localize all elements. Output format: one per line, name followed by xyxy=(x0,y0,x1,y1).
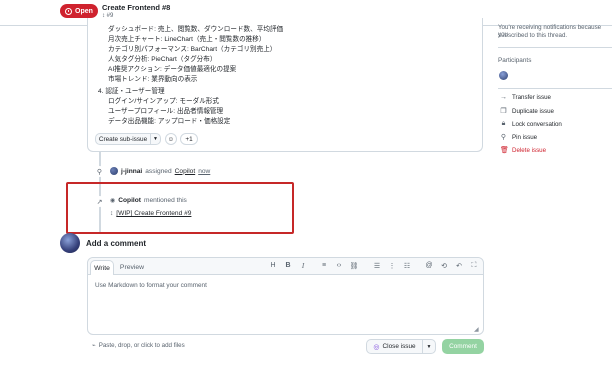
copy-icon: ❐ xyxy=(500,108,507,115)
chevron-down-icon: ▼ xyxy=(426,343,432,350)
comment-composer: Write Preview H B I ≡ ‹› ⛓ ☰ ⋮ ☷ @ ⟲ ↶ ⛶… xyxy=(87,257,484,335)
person-icon: ⚲ xyxy=(94,166,105,177)
comment-input[interactable]: Use Markdown to format your comment xyxy=(95,282,207,289)
create-sub-issue-button[interactable]: Create sub-issue xyxy=(95,133,151,145)
composer-heading: Add a comment xyxy=(86,239,147,248)
close-issue-dropdown-button[interactable]: ▼ xyxy=(422,339,436,354)
divider xyxy=(498,47,612,48)
assign-event: j-jinnai assigned Copilot now xyxy=(110,167,210,175)
assignee-link[interactable]: Copilot xyxy=(175,168,196,175)
attach-files[interactable]: ⌁ Paste, drop, or click to add files xyxy=(92,342,185,349)
issue-open-icon xyxy=(65,7,72,15)
event-actor[interactable]: j-jinnai xyxy=(121,168,142,175)
event-text: assigned xyxy=(145,167,172,175)
tab-write[interactable]: Write xyxy=(90,260,114,275)
pin-issue-button[interactable]: ⚲ Pin issue xyxy=(500,133,537,142)
body-line: ユーザープロフィール: 出品者情報管理 xyxy=(108,108,224,115)
quote-icon[interactable]: ≡ xyxy=(319,262,329,269)
code-icon[interactable]: ‹› xyxy=(334,262,344,269)
body-line: ログイン/サインアップ: モーダル形式 xyxy=(108,98,219,105)
issue-closed-icon: ◎ xyxy=(373,343,380,351)
body-line: ダッシュボード: 売上、閲覧数、ダウンロード数、平均評価 xyxy=(108,26,284,33)
tab-preview[interactable]: Preview xyxy=(118,260,146,275)
ordered-list-icon[interactable]: ⋮ xyxy=(387,262,397,270)
body-line: 月次売上チャート: LineChart（売上・閲覧数の推移） xyxy=(108,36,266,43)
lock-conversation-button[interactable]: 🔒︎ Lock conversation xyxy=(500,120,562,128)
add-reaction-button[interactable]: ☺ xyxy=(165,133,177,145)
lock-icon: 🔒︎ xyxy=(501,120,506,127)
resize-handle-icon[interactable]: ◢ xyxy=(474,326,479,333)
close-issue-button[interactable]: ◎ Close issue xyxy=(366,339,423,354)
fullscreen-icon[interactable]: ⛶ xyxy=(469,262,479,270)
reference-icon[interactable]: ⟲ xyxy=(439,262,449,270)
link-icon[interactable]: ⛓ xyxy=(349,262,359,270)
task-list-icon[interactable]: ☷ xyxy=(402,262,412,270)
arrow-right-icon: → xyxy=(500,94,507,101)
paperclip-icon: ⌁ xyxy=(92,342,96,349)
status-label: Open xyxy=(75,7,93,15)
chevron-down-icon: ▼ xyxy=(153,136,158,142)
smiley-icon: ☺ xyxy=(167,135,175,143)
delete-issue-button[interactable]: 🗑︎ Delete issue xyxy=(500,146,546,155)
unordered-list-icon[interactable]: ☰ xyxy=(372,262,382,270)
transfer-issue-button[interactable]: → Transfer issue xyxy=(500,94,551,101)
comment-button[interactable]: Comment xyxy=(442,339,484,354)
italic-icon[interactable]: I xyxy=(298,262,308,270)
heading-icon[interactable]: H xyxy=(268,262,278,269)
body-line: 市場トレンド: 業界動向の表示 xyxy=(108,76,198,83)
notification-text: subscribed to this thread. xyxy=(498,32,568,39)
highlight-box xyxy=(66,182,294,234)
trash-icon: 🗑︎ xyxy=(500,147,509,154)
body-line: カテゴリ別パフォーマンス: BarChart（カテゴリ別売上） xyxy=(108,46,277,53)
reaction-count-button[interactable]: +1 xyxy=(180,133,198,145)
undo-icon[interactable]: ↶ xyxy=(454,262,464,270)
sub-issue-dropdown-button[interactable]: ▼ xyxy=(150,133,161,145)
divider xyxy=(498,88,612,89)
event-time[interactable]: now xyxy=(198,168,210,175)
body-line: データ出品機能: アップロード・価格設定 xyxy=(108,118,231,125)
issue-title: Create Frontend #8 xyxy=(102,3,171,12)
duplicate-issue-button[interactable]: ❐ Duplicate issue xyxy=(500,107,554,116)
avatar xyxy=(60,233,80,253)
bold-icon[interactable]: B xyxy=(283,262,293,269)
status-badge: Open xyxy=(60,4,98,18)
participant-avatar[interactable] xyxy=(499,71,508,80)
participants-heading: Participants xyxy=(498,57,532,64)
attach-hint: Paste, drop, or click to add files xyxy=(98,342,185,349)
pin-icon: ⚲ xyxy=(500,134,507,141)
body-line: 人気タグ分析: PieChart（タグ分布） xyxy=(108,56,217,63)
section-heading: 4. 認証・ユーザー管理 xyxy=(98,88,165,95)
avatar xyxy=(110,167,118,175)
mention-icon[interactable]: @ xyxy=(424,262,434,269)
body-line: AI推奨アクション: データ価値最適化の提案 xyxy=(108,66,237,73)
